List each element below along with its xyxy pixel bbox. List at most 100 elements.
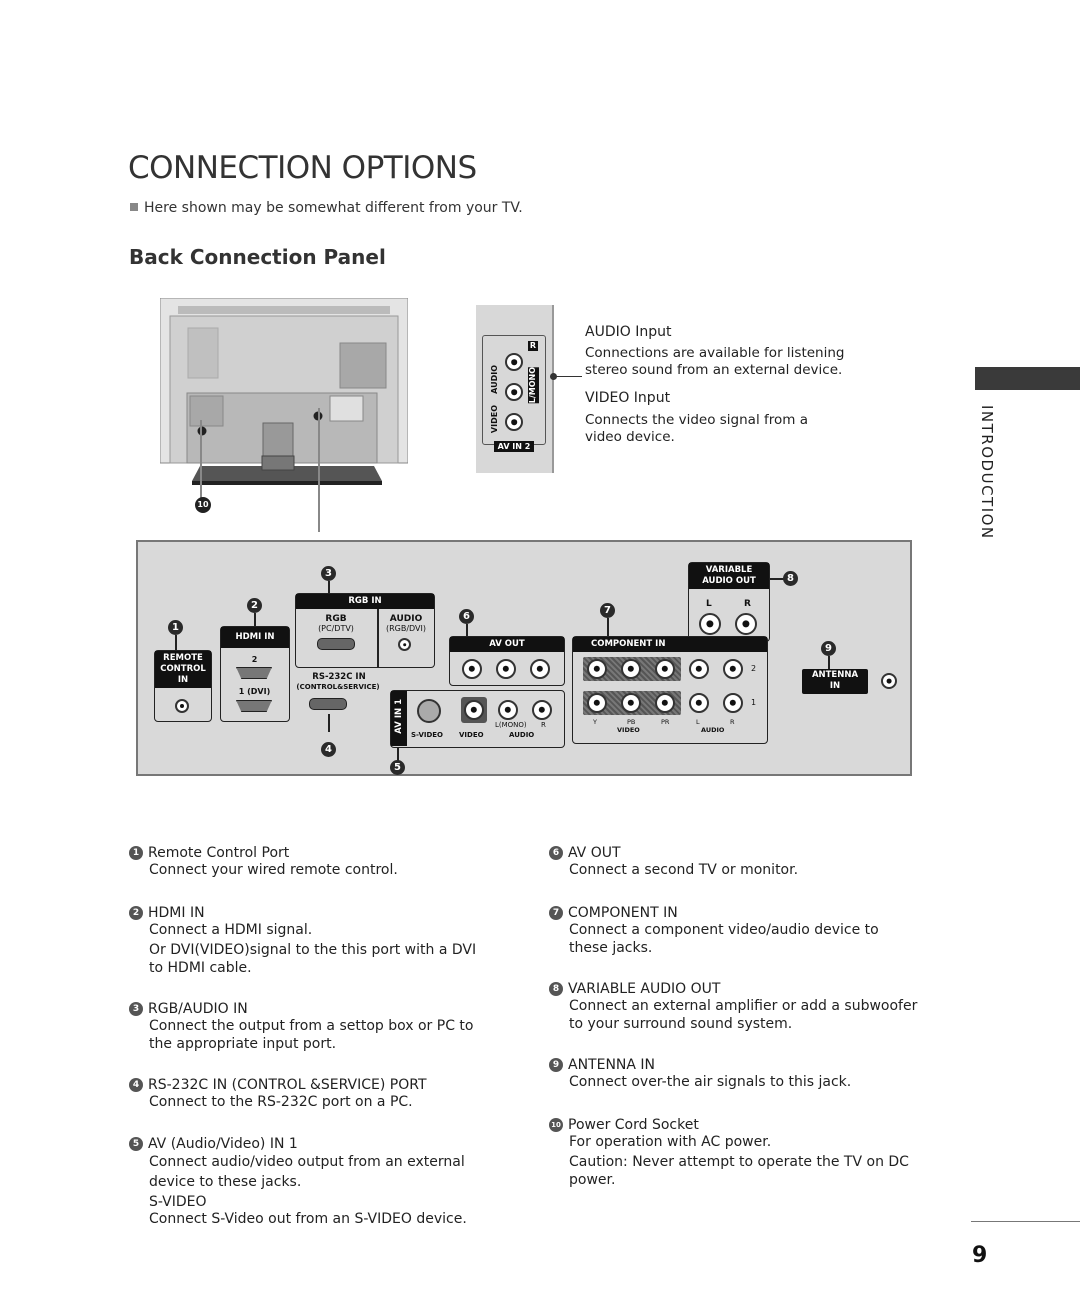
av-in-1-audio-l-jack[interactable] xyxy=(498,700,518,720)
desc-remote-control: 1 Remote Control Port Connect your wired … xyxy=(129,845,398,879)
number-badge-3: 3 xyxy=(129,1002,143,1016)
remote-control-port-box: REMOTE CONTROL IN xyxy=(154,650,212,722)
audio-l-jack xyxy=(505,383,523,401)
rgb-pc-port[interactable] xyxy=(317,638,355,650)
hdmi-port-1[interactable] xyxy=(236,700,272,712)
desc-heading: RGB/AUDIO IN xyxy=(148,1001,248,1017)
audio-out-label: AUDIO OUT xyxy=(702,576,756,586)
var-audio-l-jack[interactable] xyxy=(699,613,721,635)
comp2-y-jack[interactable] xyxy=(587,659,607,679)
desc-antenna-in: 9 ANTENNA IN Connect over-the air signals… xyxy=(549,1057,919,1091)
rgb-in-box: RGB IN RGB (PC/DTV) AUDIO (RGB/DVI) xyxy=(295,593,435,668)
stem-7 xyxy=(607,618,609,636)
rgb-audio-label: AUDIO xyxy=(389,614,423,624)
desc-line: Connect over-the air signals to this jac… xyxy=(569,1074,852,1090)
av-in-2-panel: AUDIO VIDEO R L/MONO AV IN 2 xyxy=(476,305,554,473)
number-badge-1: 1 xyxy=(129,846,143,860)
lmono-label: L(MONO) xyxy=(495,721,527,729)
desc-component-in: 7 COMPONENT IN Connect a component video/… xyxy=(549,905,899,957)
audio-input-text: Connections are available for listening … xyxy=(585,345,845,378)
page-title: CONNECTION OPTIONS xyxy=(128,150,477,186)
desc-line: Connect the output from a settop box or … xyxy=(149,1018,474,1052)
stem-9 xyxy=(828,656,830,670)
video-label: VIDEO xyxy=(459,731,484,739)
component-row-1-label: 1 xyxy=(751,698,757,707)
page-number: 9 xyxy=(972,1243,988,1268)
s-video-port[interactable] xyxy=(417,699,441,723)
rgb-audio-jack[interactable] xyxy=(398,638,411,651)
number-badge-6: 6 xyxy=(549,846,563,860)
rgb-sub-label: (PC/DTV) xyxy=(318,624,354,633)
callout-badge-7: 7 xyxy=(600,603,615,618)
comp2-audio-r-jack[interactable] xyxy=(723,659,743,679)
av-out-audio-r-jack[interactable] xyxy=(530,659,550,679)
footer-rule xyxy=(971,1221,1080,1222)
comp2-pb-jack[interactable] xyxy=(621,659,641,679)
rs232c-port[interactable] xyxy=(309,698,347,710)
var-audio-r-jack[interactable] xyxy=(735,613,757,635)
r-label: R xyxy=(541,721,546,729)
av-out-video-jack[interactable] xyxy=(462,659,482,679)
comp1-pb-jack[interactable] xyxy=(621,693,641,713)
leader-line xyxy=(552,376,582,377)
comp1-pr-jack[interactable] xyxy=(655,693,675,713)
desc-line: Connect a component video/audio device t… xyxy=(569,922,879,956)
desc-heading: AV (Audio/Video) IN 1 xyxy=(148,1136,298,1152)
av-in-1-video-jack[interactable] xyxy=(464,700,484,720)
chapter-tab xyxy=(975,367,1080,390)
lmono-label: L/MONO xyxy=(528,367,539,404)
video-input-heading: VIDEO Input xyxy=(585,390,671,406)
callout-line-10 xyxy=(200,420,202,498)
variable-label: VARIABLE xyxy=(705,565,753,575)
desc-heading: VARIABLE AUDIO OUT xyxy=(568,981,721,997)
comp2-audio-l-jack[interactable] xyxy=(689,659,709,679)
av-out-box: AV OUT xyxy=(449,636,565,686)
callout-badge-8: 8 xyxy=(783,571,798,586)
antenna-jack[interactable] xyxy=(881,673,897,689)
hdmi-in-box: HDMI IN 2 1 (DVI) xyxy=(220,626,290,722)
comp1-audio-r-jack[interactable] xyxy=(723,693,743,713)
stem-5 xyxy=(397,747,399,761)
callout-badge-4: 4 xyxy=(321,742,336,757)
video-jack xyxy=(505,413,523,431)
comp-r-label: R xyxy=(730,718,735,726)
remote-control-jack[interactable] xyxy=(175,699,189,713)
rs232c-sub-label: (CONTROL&SERVICE) xyxy=(296,683,380,691)
number-badge-10: 10 xyxy=(549,1118,563,1132)
component-in-box: COMPONENT IN 2 1 Y PB PR VIDEO L R AUDIO xyxy=(572,636,768,744)
desc-line: Connect a HDMI signal. xyxy=(149,922,313,938)
hdmi-port-2-label: 2 xyxy=(251,655,258,664)
desc-line: Caution: Never attempt to operate the TV… xyxy=(569,1154,909,1188)
rgb-label: RGB xyxy=(325,614,347,624)
disclaimer-note: Here shown may be somewhat different fro… xyxy=(130,200,523,216)
av-out-audio-l-jack[interactable] xyxy=(496,659,516,679)
stem-8 xyxy=(770,578,784,580)
callout-badge-6: 6 xyxy=(459,609,474,624)
section-title: Back Connection Panel xyxy=(129,245,386,269)
comp2-pr-jack[interactable] xyxy=(655,659,675,679)
desc-power-cord: 10 Power Cord Socket For operation with A… xyxy=(549,1117,919,1189)
av-in-1-audio-r-jack[interactable] xyxy=(532,700,552,720)
comp-audio-label: AUDIO xyxy=(701,726,725,734)
desc-variable-audio-out: 8 VARIABLE AUDIO OUT Connect an external … xyxy=(549,981,919,1033)
callout-badge-5: 5 xyxy=(390,760,405,775)
desc-av-out: 6 AV OUT Connect a second TV or monitor. xyxy=(549,845,919,879)
rgb-in-label: RGB IN xyxy=(296,594,434,609)
hdmi-port-2[interactable] xyxy=(236,667,272,679)
desc-rs232c: 4 RS-232C IN (CONTROL &SERVICE) PORT Conn… xyxy=(129,1077,494,1111)
stem-4 xyxy=(328,714,330,732)
chapter-label: INTRODUCTION xyxy=(978,405,996,540)
rs232c-label: RS-232C IN xyxy=(312,672,366,682)
comp1-audio-l-jack[interactable] xyxy=(689,693,709,713)
tv-back-illustration xyxy=(160,298,408,485)
callout-badge-10: 10 xyxy=(195,497,211,513)
av-in-1-box: AV IN 1 S-VIDEO VIDEO L(MONO) R AUDIO xyxy=(390,690,565,748)
comp1-y-jack[interactable] xyxy=(587,693,607,713)
audio-label: AUDIO xyxy=(509,731,535,739)
callout-badge-3: 3 xyxy=(321,566,336,581)
number-badge-7: 7 xyxy=(549,906,563,920)
audio-r-jack xyxy=(505,353,523,371)
variable-audio-out-label: VARIABLE AUDIO OUT xyxy=(689,563,769,589)
note-text: Here shown may be somewhat different fro… xyxy=(144,200,523,216)
desc-line: Connect your wired remote control. xyxy=(149,862,398,878)
